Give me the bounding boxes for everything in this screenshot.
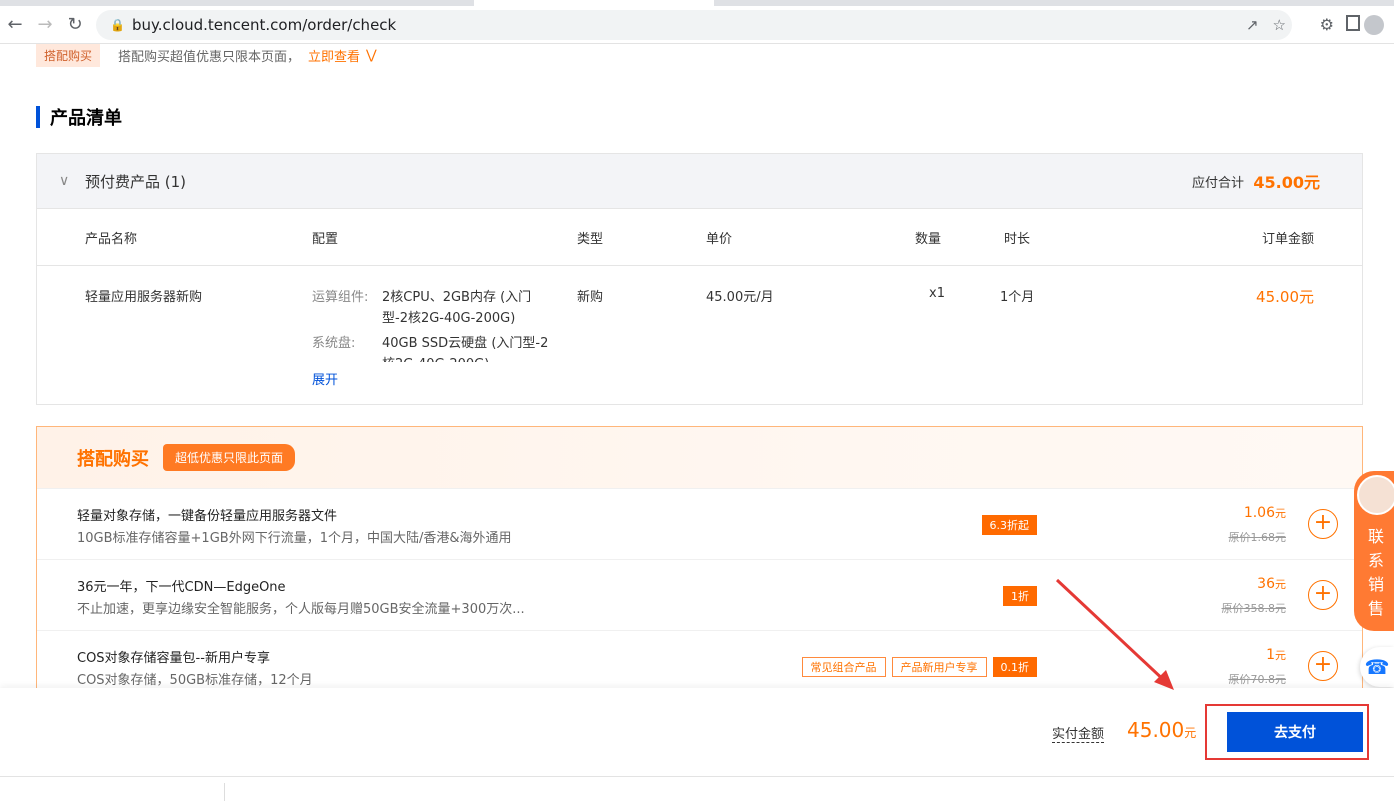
col-qty: 数量 — [915, 232, 942, 247]
forward-icon[interactable]: → — [30, 10, 60, 40]
table-header: 产品名称 配置 类型 单价 数量 时长 订单金额 — [37, 209, 1362, 266]
reload-icon[interactable]: ↻ — [60, 10, 90, 40]
contact-sales-label: 联系销售 — [1368, 527, 1385, 618]
profile-avatar[interactable] — [1364, 15, 1384, 35]
discount-tag: 6.3折起 — [981, 515, 1037, 535]
feature-tag: 常见组合产品 — [801, 657, 886, 677]
sidepanel-icon[interactable] — [1346, 15, 1360, 31]
pay-amount-unit: 元 — [1184, 726, 1197, 740]
product-name: 轻量应用服务器新购 — [85, 290, 203, 305]
price-value: 1 — [1266, 647, 1275, 663]
payment-bar: 实付金额 45.00元 去支付 — [0, 688, 1394, 776]
table-row: 轻量应用服务器新购 运算组件: 2核CPU、2GB内存 (入门 型-2核2G-4… — [37, 266, 1362, 404]
share-icon[interactable]: ↗ — [1246, 16, 1259, 34]
pay-amount: 45.00元 — [1127, 718, 1196, 742]
cfg-disk-val-a: 40GB SSD云硬盘 (入门型-2 — [382, 336, 549, 351]
divider — [224, 783, 225, 801]
order-list: ∨ 预付费产品 (1) 应付合计 45.00元 产品名称 配置 类型 单价 数量… — [36, 153, 1363, 405]
add-icon[interactable]: + — [1308, 651, 1338, 681]
order-check-page: 搭配购买 搭配购买超值优惠只限本页面， 立即查看 ⋁ 产品清单 ∨ 预付费产品 … — [0, 44, 1394, 688]
promo-view-link[interactable]: 立即查看 — [308, 46, 360, 65]
list-item: COS对象存储容量包--新用户专享 COS对象存储，50GB标准存储，12个月 … — [37, 630, 1362, 688]
browser-toolbar: ← → ↻ 🔒 buy.cloud.tencent.com/order/chec… — [0, 6, 1394, 44]
title-accent-bar — [36, 106, 40, 128]
item-duration: 1个月 — [1000, 290, 1035, 305]
addon-badge: 超低优惠只限此页面 — [163, 444, 296, 471]
discount-tag: 0.1折 — [992, 657, 1037, 677]
feature-tag: 产品新用户专享 — [891, 657, 987, 677]
cfg-compute-key: 运算组件: — [312, 290, 369, 305]
total-label: 应付合计 — [1191, 175, 1244, 191]
price-unit: 元 — [1275, 578, 1286, 591]
list-item: 轻量对象存储，一键备份轻量应用服务器文件 10GB标准存储容量+1GB外网下行流… — [37, 488, 1362, 559]
addon-item-desc: 10GB标准存储容量+1GB外网下行流量，1个月，中国大陆/香港&海外通用 — [77, 531, 512, 546]
addon-item-price: 1.06元 — [1244, 505, 1286, 521]
url-text: buy.cloud.tencent.com/order/check — [132, 16, 397, 34]
bottom-strip — [0, 776, 1394, 801]
addon-panel: 搭配购买 超低优惠只限此页面 轻量对象存储，一键备份轻量应用服务器文件 10GB… — [36, 426, 1363, 688]
chevron-down-double-icon[interactable]: ⋁ — [366, 48, 377, 63]
section-title: 产品清单 — [36, 106, 122, 129]
col-type: 类型 — [577, 232, 604, 247]
original-price: 原价1.68元 — [1228, 531, 1287, 544]
price-value: 1.06 — [1243, 505, 1275, 521]
expand-link[interactable]: 展开 — [312, 369, 338, 388]
item-unit-price: 45.00元/月 — [706, 290, 774, 305]
col-amount: 订单金额 — [1261, 232, 1314, 247]
total-value: 45.00元 — [1253, 173, 1320, 192]
col-name: 产品名称 — [85, 232, 138, 247]
back-icon[interactable]: ← — [0, 10, 30, 40]
add-icon[interactable]: + — [1308, 509, 1338, 539]
add-icon[interactable]: + — [1308, 580, 1338, 610]
contact-sales-button[interactable]: 联系销售 — [1354, 471, 1394, 631]
chevron-down-icon[interactable]: ∨ — [59, 173, 75, 189]
addon-item-title: 36元一年，下一代CDN—EdgeOne — [77, 580, 286, 595]
item-amount: 45.00元 — [1256, 288, 1314, 306]
pay-amount-label[interactable]: 实付金额 — [1052, 723, 1105, 743]
cfg-compute-val-a: 2核CPU、2GB内存 (入门 — [382, 290, 532, 305]
discount-tag: 1折 — [1003, 586, 1037, 606]
item-type: 新购 — [577, 290, 604, 305]
pay-amount-value: 45.00 — [1127, 718, 1185, 742]
addon-title: 搭配购买 — [77, 448, 149, 470]
section-title-text: 产品清单 — [50, 108, 122, 129]
promo-text: 搭配购买超值优惠只限本页面， — [118, 49, 301, 65]
price-unit: 元 — [1275, 507, 1286, 520]
promo-tag: 搭配购买 — [36, 44, 101, 67]
group-label: 预付费产品 (1) — [85, 172, 187, 191]
price-value: 36 — [1257, 576, 1275, 592]
addon-item-price: 36元 — [1257, 576, 1286, 592]
headset-icon[interactable]: ☎ — [1360, 647, 1394, 687]
bookmark-star-icon[interactable]: ☆ — [1273, 16, 1286, 34]
addon-item-price: 1元 — [1266, 647, 1286, 663]
col-duration: 时长 — [1004, 232, 1031, 247]
order-group-header[interactable]: ∨ 预付费产品 (1) 应付合计 45.00元 — [37, 154, 1362, 209]
col-config: 配置 — [312, 232, 339, 247]
addon-item-desc: 不止加速，更享边缘安全智能服务，个人版每月赠50GB安全流量+300万次... — [77, 602, 525, 617]
original-price: 原价70.8元 — [1228, 673, 1287, 686]
original-price: 原价358.8元 — [1221, 602, 1287, 615]
puzzle-icon[interactable]: ⚙ — [1320, 15, 1334, 34]
addon-header: 搭配购买 超低优惠只限此页面 — [37, 427, 1362, 488]
promo-line: 搭配购买 搭配购买超值优惠只限本页面， 立即查看 ⋁ — [36, 44, 377, 67]
price-unit: 元 — [1275, 649, 1286, 662]
pay-button[interactable]: 去支付 — [1227, 712, 1363, 752]
addon-item-desc: COS对象存储，50GB标准存储，12个月 — [77, 673, 313, 688]
lock-icon[interactable]: 🔒 — [110, 18, 125, 32]
col-unit-price: 单价 — [706, 232, 733, 247]
cfg-disk-val-b: 核2G-40G-200G) — [382, 353, 489, 362]
addon-item-title: 轻量对象存储，一键备份轻量应用服务器文件 — [77, 509, 338, 524]
list-item: 36元一年，下一代CDN—EdgeOne 不止加速，更享边缘安全智能服务，个人版… — [37, 559, 1362, 630]
cfg-compute-val-b: 型-2核2G-40G-200G) — [382, 311, 516, 326]
address-bar[interactable]: 🔒 buy.cloud.tencent.com/order/check ↗ ☆ — [96, 10, 1292, 40]
cfg-disk-key: 系统盘: — [312, 336, 356, 351]
item-qty: x1 — [929, 286, 945, 301]
addon-item-title: COS对象存储容量包--新用户专享 — [77, 651, 270, 666]
sales-avatar — [1357, 475, 1394, 515]
